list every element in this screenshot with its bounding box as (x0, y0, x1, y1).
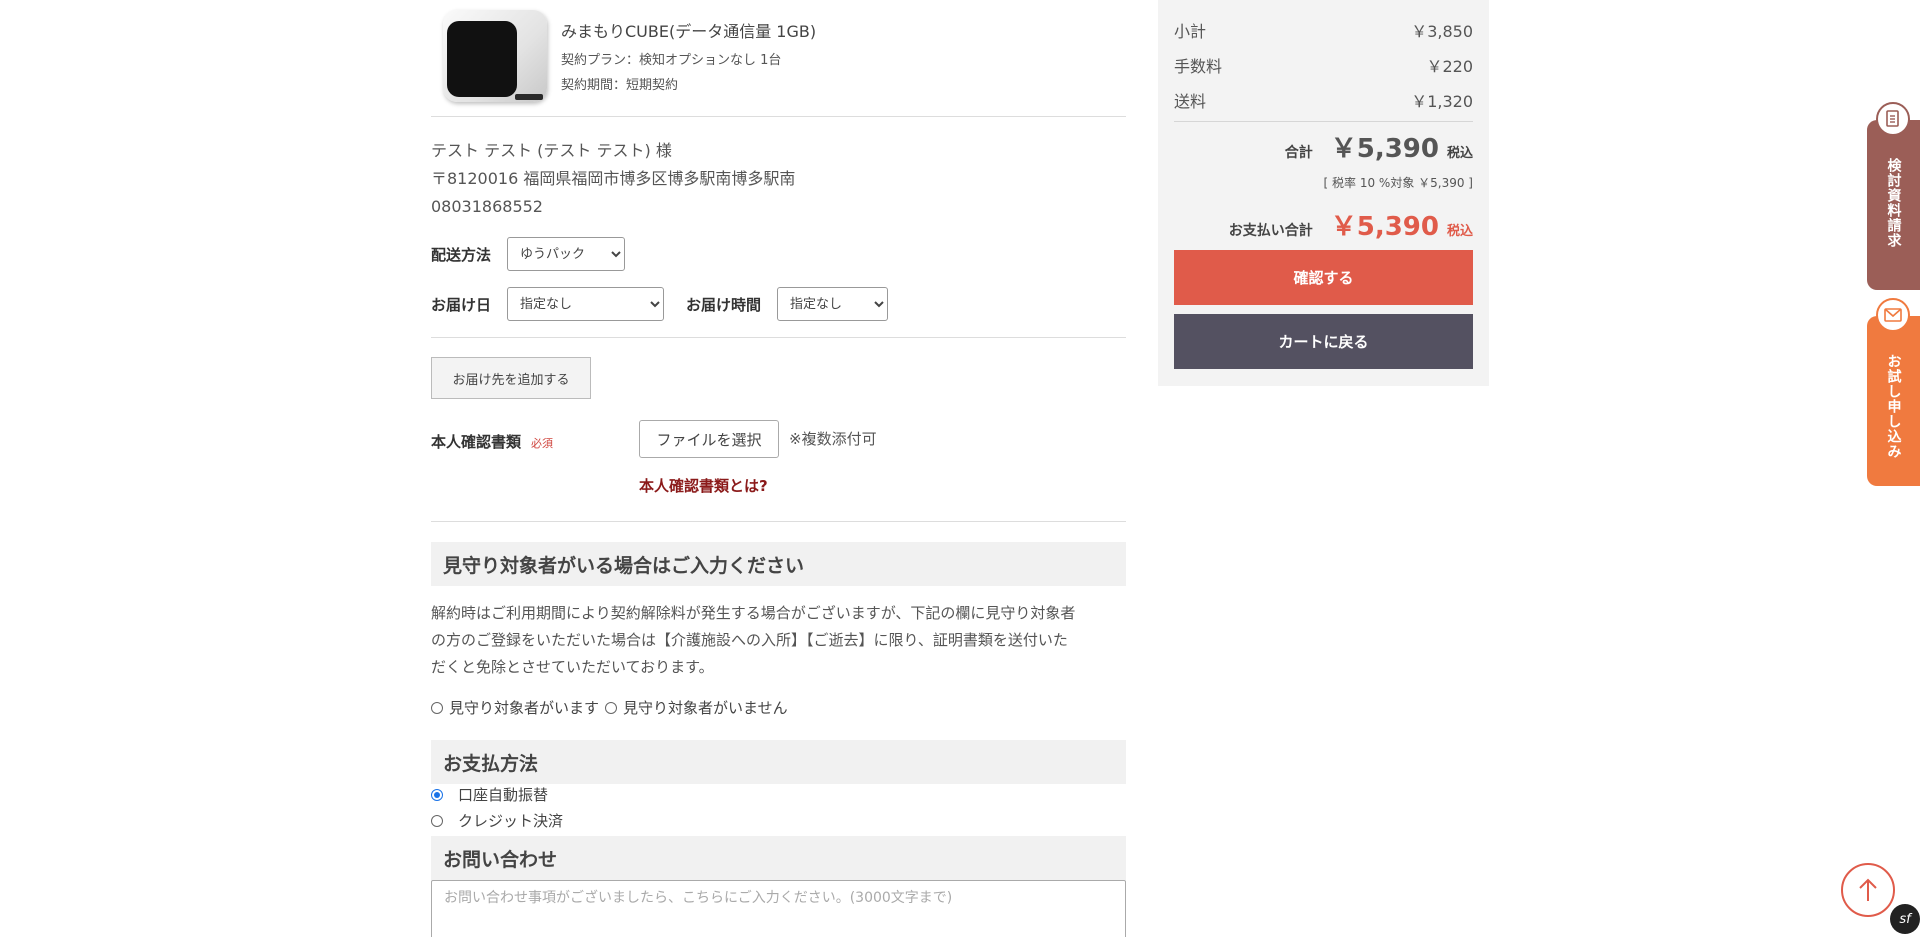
payment-section-heading: お支払方法 (431, 740, 1126, 784)
tax-included-label: 税込 (1446, 146, 1473, 161)
identity-document-label: 本人確認書類 必須 (431, 431, 553, 452)
recipient-phone: 08031868552 (431, 197, 543, 216)
identity-label-text: 本人確認書類 (431, 433, 522, 451)
document-request-tab[interactable]: 検討資料請求 (1867, 102, 1920, 290)
product-item: みまもりCUBE(データ通信量 1GB) 契約プラン：検知オプションなし 1台 … (431, 0, 1126, 117)
watch-yes-radio[interactable] (431, 701, 443, 714)
tax-detail: [ 税率 10 %対象 ￥5,390 ] (1323, 176, 1473, 190)
credit-card-label[interactable]: クレジット決済 (458, 810, 563, 831)
arrow-up-icon (1859, 878, 1877, 901)
shipping-fee-label: 送料 (1174, 92, 1207, 111)
order-form: みまもりCUBE(データ通信量 1GB) 契約プラン：検知オプションなし 1台 … (431, 0, 1126, 937)
mail-icon (1876, 298, 1910, 332)
bank-transfer-label[interactable]: 口座自動振替 (458, 784, 548, 805)
total-label: 合計 (1284, 145, 1313, 161)
summary-divider (1174, 121, 1473, 122)
watch-options: 見守り対象者がいます 見守り対象者がいません (431, 697, 788, 718)
recipient-address: 〒8120016 福岡県福岡市博多区博多駅南博多駅南 (431, 169, 796, 188)
delivery-date-select[interactable]: 指定なし (507, 287, 665, 321)
shipping-fee-row: 送料 ￥1,320 (1174, 88, 1473, 112)
product-name: みまもりCUBE(データ通信量 1GB) (561, 22, 817, 41)
shipping-method-label: 配送方法 (431, 245, 492, 264)
tax-included-label: 税込 (1446, 224, 1473, 239)
divider (431, 337, 1126, 338)
total-value: ￥5,390 (1330, 134, 1439, 164)
watch-description-line: 解約時はご利用期間により契約解除料が発生する場合がございますが、下記の欄に見守り… (431, 604, 1076, 622)
symfony-icon[interactable]: sf (1890, 904, 1920, 934)
delivery-address: テスト テスト (テスト テスト) 様 〒8120016 福岡県福岡市博多区博多… (431, 117, 1126, 221)
shipping-fee-value: ￥1,320 (1411, 92, 1473, 111)
delivery-time-label: お届け時間 (686, 295, 762, 314)
trial-application-tab[interactable]: お試し申し込み (1867, 298, 1920, 486)
subtotal-row: 小計 ￥3,850 (1174, 18, 1473, 42)
credit-card-radio[interactable] (431, 814, 443, 827)
total-row: 合計 ￥5,390 税込 (1285, 128, 1473, 165)
subtotal-label: 小計 (1174, 22, 1207, 41)
product-image (441, 8, 551, 105)
product-plan: 契約プラン：検知オプションなし 1台 (561, 53, 782, 68)
payment-card-option: クレジット決済 (431, 810, 563, 831)
payment-total-label: お支払い合計 (1228, 223, 1313, 239)
identity-document-link[interactable]: 本人確認書類とは? (639, 475, 768, 496)
file-select-button[interactable]: ファイルを選択 (639, 420, 779, 458)
required-badge: 必須 (531, 437, 554, 450)
recipient-name: テスト テスト (テスト テスト) 様 (431, 141, 672, 160)
product-term: 契約期間：短期契約 (561, 78, 679, 93)
delivery-time-select[interactable]: 指定なし (777, 287, 889, 321)
bank-transfer-radio[interactable] (431, 788, 443, 801)
payment-total-row: お支払い合計 ￥5,390 税込 (1229, 206, 1473, 243)
trial-application-label: お試し申し込み (1885, 354, 1902, 459)
watch-no-label[interactable]: 見守り対象者がいません (623, 697, 788, 718)
fee-label: 手数料 (1174, 57, 1223, 76)
document-request-label: 検討資料請求 (1885, 158, 1902, 248)
fee-row: 手数料 ￥220 (1174, 53, 1473, 77)
subtotal-value: ￥3,850 (1411, 22, 1473, 41)
confirm-button[interactable]: 確認する (1174, 250, 1473, 305)
watch-section-heading: 見守り対象者がいる場合はご入力ください (431, 542, 1126, 586)
payment-bank-option: 口座自動振替 (431, 784, 548, 805)
inquiry-section-heading: お問い合わせ (431, 836, 1126, 880)
back-to-cart-button[interactable]: カートに戻る (1174, 314, 1473, 369)
order-summary: 小計 ￥3,850 手数料 ￥220 送料 ￥1,320 合計 ￥5,390 税… (1158, 0, 1489, 386)
payment-total-value: ￥5,390 (1330, 212, 1439, 242)
delivery-date-row: お届け日 指定なし お届け時間 指定なし (431, 287, 889, 321)
fee-value: ￥220 (1426, 57, 1473, 76)
file-note: ※複数添付可 (789, 430, 877, 448)
watch-description: 解約時はご利用期間により契約解除料が発生する場合がございますが、下記の欄に見守り… (431, 600, 1126, 681)
delivery-date-label: お届け日 (431, 295, 492, 314)
scroll-to-top-button[interactable] (1841, 863, 1895, 917)
inquiry-textarea[interactable]: お問い合わせ事項がございましたら、こちらにご入力ください。(3000文字まで) (431, 880, 1126, 937)
divider (431, 521, 1126, 522)
add-destination-button[interactable]: お届け先を追加する (431, 357, 591, 399)
watch-yes-label[interactable]: 見守り対象者がいます (449, 697, 599, 718)
document-icon (1876, 102, 1910, 136)
watch-description-line: だくと免除とさせていただいております。 (431, 658, 714, 676)
watch-description-line: の方のご登録をいただいた場合は【介護施設への入所】【ご逝去】に限り、証明書類を送… (431, 631, 1068, 649)
shipping-method-row: 配送方法 ゆうパック (431, 237, 626, 271)
shipping-method-select[interactable]: ゆうパック (507, 237, 626, 271)
watch-no-radio[interactable] (605, 701, 618, 714)
